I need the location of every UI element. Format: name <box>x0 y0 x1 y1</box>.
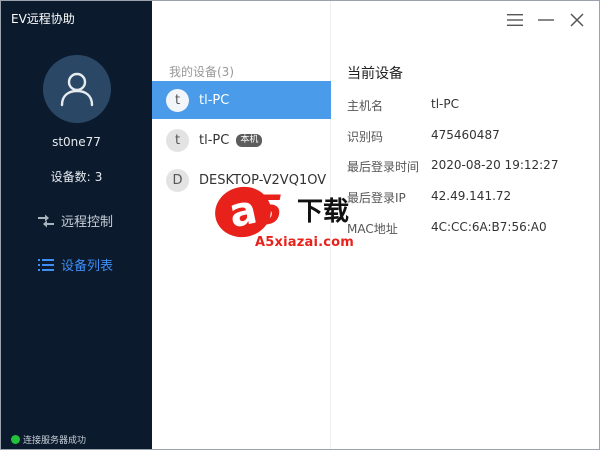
swap-arrows-icon <box>37 214 55 228</box>
user-icon <box>60 72 94 107</box>
local-badge: 本机 <box>236 133 263 147</box>
close-button[interactable] <box>569 12 585 28</box>
menu-button[interactable] <box>507 12 523 28</box>
device-avatar: D <box>166 168 189 192</box>
info-value: 42.49.141.72 <box>431 189 512 203</box>
window-controls <box>492 12 585 28</box>
info-row-id-code: 识别码 475460487 <box>347 128 500 145</box>
avatar[interactable] <box>43 55 111 123</box>
minimize-icon <box>538 19 554 21</box>
status-dot-icon <box>11 435 20 444</box>
app-title: EV远程协助 <box>11 12 75 26</box>
info-key: 主机名 <box>347 99 384 113</box>
watermark-5: 5 <box>255 188 283 234</box>
minimize-button[interactable] <box>538 12 554 28</box>
info-value: 475460487 <box>431 128 500 142</box>
hamburger-icon <box>507 14 523 26</box>
close-icon <box>570 13 584 27</box>
info-value: tl-PC <box>431 97 459 111</box>
info-key: 识别码 <box>347 130 384 144</box>
info-row-hostname: 主机名 tl-PC <box>347 97 459 114</box>
device-count: 设备数: 3 <box>1 168 152 185</box>
status-text: 连接服务器成功 <box>23 436 87 446</box>
info-key: 最后登录时间 <box>347 160 420 174</box>
watermark-logo: a 5 下载 A5xiazai.com <box>210 181 385 257</box>
app-window: EV远程协助 st0ne77 设备数: 3 远程控制 设备列表 连接服务器成功 … <box>0 0 600 450</box>
info-row-last-login-time: 最后登录时间 2020-08-20 19:12:27 <box>347 158 558 175</box>
connection-status: 连接服务器成功 <box>11 433 86 446</box>
username: st0ne77 <box>52 135 101 149</box>
nav-device-list[interactable]: 设备列表 <box>37 255 113 274</box>
detail-title: 当前设备 <box>347 66 403 82</box>
nav-remote-control[interactable]: 远程控制 <box>37 211 113 230</box>
device-count-value: 3 <box>94 170 103 184</box>
list-icon <box>37 258 55 272</box>
device-row[interactable]: t tl-PC 本机 <box>152 121 331 159</box>
watermark-text: 下载 <box>297 197 350 227</box>
info-value: 4C:CC:6A:B7:56:A0 <box>431 220 547 234</box>
watermark-domain: A5xiazai.com <box>255 235 355 250</box>
device-name: DESKTOP-V2VQ1OV <box>199 172 327 188</box>
device-avatar: t <box>166 128 189 152</box>
device-name: tl-PC <box>199 92 230 108</box>
sidebar: EV远程协助 st0ne77 设备数: 3 远程控制 设备列表 连接服务器成功 <box>1 1 152 449</box>
device-count-label: 设备数: <box>50 170 91 184</box>
info-value: 2020-08-20 19:12:27 <box>431 158 559 172</box>
device-avatar: t <box>166 88 189 112</box>
device-row[interactable]: t tl-PC <box>152 81 331 119</box>
device-list-header: 我的设备(3) <box>169 65 234 79</box>
nav-device-list-label: 设备列表 <box>61 259 114 274</box>
nav-remote-control-label: 远程控制 <box>61 215 114 230</box>
device-name: tl-PC <box>199 132 230 148</box>
